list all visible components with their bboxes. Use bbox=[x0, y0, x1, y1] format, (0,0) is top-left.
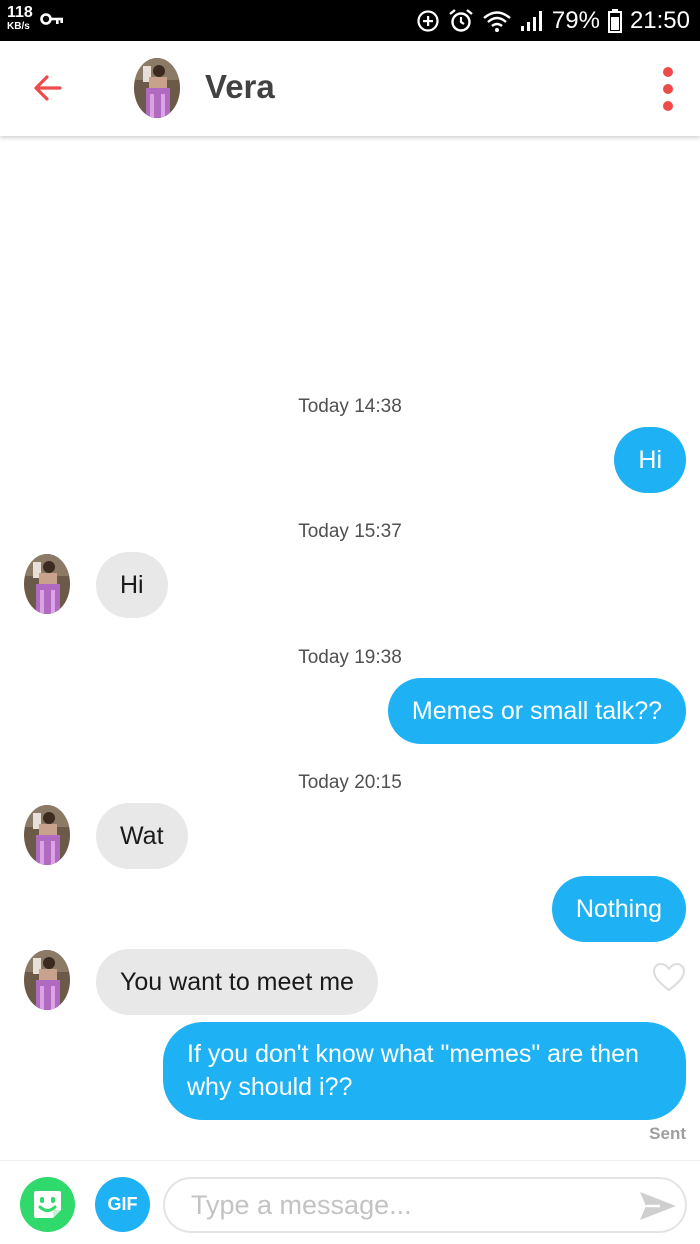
contact-avatar[interactable] bbox=[134, 58, 180, 118]
chat-header: Vera bbox=[0, 41, 700, 136]
contact-avatar-small[interactable] bbox=[24, 950, 70, 1010]
more-vertical-icon[interactable] bbox=[658, 65, 678, 113]
data-saver-icon bbox=[417, 9, 439, 32]
heart-icon[interactable] bbox=[652, 962, 686, 992]
contact-avatar-small[interactable] bbox=[24, 554, 70, 614]
battery-percent: 79% bbox=[551, 6, 600, 34]
back-arrow-icon[interactable] bbox=[28, 68, 68, 108]
sticker-face-icon bbox=[34, 1191, 61, 1218]
clock: 21:50 bbox=[629, 6, 690, 34]
send-icon[interactable] bbox=[638, 1190, 678, 1222]
battery-icon bbox=[607, 8, 622, 33]
incoming-message[interactable]: You want to meet me bbox=[96, 949, 378, 1015]
network-speed: 118 KB/s bbox=[7, 5, 33, 32]
contact-name[interactable]: Vera bbox=[205, 68, 275, 106]
signal-icon bbox=[520, 10, 542, 31]
delivery-status: Sent bbox=[649, 1124, 686, 1143]
vpn-key-icon bbox=[40, 13, 63, 25]
message-timestamp: Today 19:38 bbox=[298, 647, 402, 668]
wifi-icon bbox=[483, 10, 511, 32]
composer-bar: GIF bbox=[0, 1160, 700, 1244]
outgoing-message[interactable]: If you don't know what "memes" are then … bbox=[163, 1022, 686, 1120]
message-timestamp: Today 15:37 bbox=[298, 521, 402, 542]
incoming-message[interactable]: Wat bbox=[96, 803, 188, 869]
message-timestamp: Today 20:15 bbox=[298, 772, 402, 793]
network-speed-value: 118 bbox=[7, 4, 33, 21]
alarm-icon bbox=[449, 8, 473, 32]
contact-avatar-small[interactable] bbox=[24, 805, 70, 865]
network-speed-unit: KB/s bbox=[7, 21, 30, 32]
sticker-button[interactable] bbox=[20, 1177, 75, 1232]
outgoing-message[interactable]: Nothing bbox=[551, 876, 686, 942]
status-bar: 118 KB/s 79% 21:50 bbox=[0, 0, 700, 41]
outgoing-message[interactable]: Hi bbox=[614, 427, 686, 493]
message-timestamp: Today 14:38 bbox=[298, 396, 402, 417]
message-input[interactable] bbox=[163, 1177, 687, 1233]
gif-button[interactable]: GIF bbox=[95, 1177, 150, 1232]
incoming-message[interactable]: Hi bbox=[96, 552, 168, 618]
outgoing-message[interactable]: Memes or small talk?? bbox=[387, 678, 686, 744]
